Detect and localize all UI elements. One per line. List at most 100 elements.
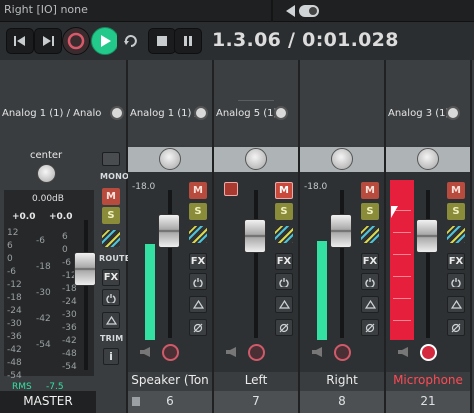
routing-button[interactable] bbox=[189, 296, 207, 313]
record-arm-button[interactable] bbox=[420, 344, 437, 361]
mono-toggle[interactable] bbox=[102, 152, 120, 166]
fader-track[interactable] bbox=[340, 190, 344, 338]
pan-knob[interactable] bbox=[159, 148, 181, 170]
envelope-button[interactable] bbox=[447, 226, 465, 243]
scale-tick-label: -30 bbox=[62, 310, 77, 320]
track-name: Right bbox=[326, 373, 358, 387]
insert-area bbox=[300, 60, 384, 145]
envelope-button[interactable] bbox=[275, 226, 293, 243]
track-io-label: Analog 1 (1) / Analog 2 ( bbox=[130, 108, 202, 119]
pause-button[interactable] bbox=[174, 28, 202, 54]
track-name: Microphone bbox=[393, 373, 463, 387]
scale-tick-label: -54 bbox=[7, 371, 22, 381]
solo-button[interactable]: S bbox=[447, 203, 465, 220]
io-knob[interactable] bbox=[194, 106, 208, 120]
strip-divider bbox=[470, 60, 472, 413]
phase-button[interactable] bbox=[275, 319, 293, 336]
master-pan-knob[interactable] bbox=[37, 164, 56, 183]
play-icon bbox=[101, 35, 111, 47]
power-button[interactable] bbox=[275, 273, 293, 290]
power-button[interactable] bbox=[361, 273, 379, 290]
mute-button[interactable]: M bbox=[275, 182, 293, 199]
master-mute-button[interactable]: M bbox=[102, 188, 120, 205]
track-name: Left bbox=[244, 373, 268, 387]
info-icon: i bbox=[109, 350, 113, 363]
envelope-button[interactable] bbox=[361, 226, 379, 243]
record-button[interactable] bbox=[62, 27, 90, 55]
scale-tick-label: 6 bbox=[7, 241, 13, 251]
pan-knob[interactable] bbox=[245, 148, 267, 170]
fx-button[interactable]: FX bbox=[189, 253, 207, 270]
scale-tick-label: -6 bbox=[62, 258, 71, 268]
info-button[interactable]: i bbox=[103, 348, 119, 365]
routing-button[interactable] bbox=[447, 296, 465, 313]
track-number: 6 bbox=[128, 391, 212, 413]
solo-button[interactable]: S bbox=[189, 203, 207, 220]
solo-button[interactable]: S bbox=[361, 203, 379, 220]
insert-area bbox=[386, 60, 470, 145]
insert-area bbox=[214, 60, 298, 145]
scale-tick-label: 0 bbox=[62, 245, 68, 255]
record-arm-button[interactable] bbox=[248, 344, 265, 361]
trim-label: TRIM bbox=[100, 334, 124, 343]
folder-icon[interactable] bbox=[132, 397, 140, 406]
skip-forward-icon bbox=[43, 36, 54, 46]
phase-button[interactable] bbox=[189, 319, 207, 336]
forward-button[interactable] bbox=[34, 28, 62, 54]
fader-cap[interactable] bbox=[244, 219, 266, 253]
fader-cap[interactable] bbox=[330, 214, 352, 248]
envelope-button[interactable] bbox=[189, 226, 207, 243]
record-arm-button[interactable] bbox=[334, 344, 351, 361]
io-knob[interactable] bbox=[274, 106, 288, 120]
scale-tick-label: -30 bbox=[36, 288, 51, 298]
power-icon bbox=[365, 277, 375, 287]
fader-track[interactable] bbox=[254, 190, 258, 338]
fader-track[interactable] bbox=[426, 190, 430, 338]
phase-button[interactable] bbox=[447, 319, 465, 336]
power-button[interactable] bbox=[189, 273, 207, 290]
mute-button[interactable]: M bbox=[189, 182, 207, 199]
io-knob[interactable] bbox=[446, 106, 460, 120]
power-icon bbox=[451, 277, 461, 287]
meter-tick bbox=[393, 276, 411, 277]
fader-cap[interactable] bbox=[416, 219, 438, 253]
master-routing-button[interactable] bbox=[102, 312, 120, 329]
pan-knob[interactable] bbox=[331, 148, 353, 170]
track-number: 21 bbox=[386, 391, 470, 413]
fader-track[interactable] bbox=[168, 190, 172, 338]
mute-button[interactable]: M bbox=[447, 182, 465, 199]
back-arrow-icon[interactable] bbox=[286, 5, 295, 17]
toggle-icon[interactable] bbox=[299, 5, 319, 17]
phase-button[interactable] bbox=[361, 319, 379, 336]
pan-knob[interactable] bbox=[417, 148, 439, 170]
play-button[interactable] bbox=[91, 27, 119, 55]
master-side-controls: MONO M S ROUTE FX TRIM i bbox=[98, 148, 130, 366]
power-button[interactable] bbox=[447, 273, 465, 290]
stop-button[interactable] bbox=[148, 28, 176, 54]
routing-button[interactable] bbox=[275, 296, 293, 313]
rewind-button[interactable] bbox=[6, 28, 34, 54]
pause-icon bbox=[184, 36, 192, 46]
master-fx-button[interactable]: FX bbox=[102, 269, 120, 286]
scale-tick-label: -12 bbox=[7, 280, 22, 290]
mute-button[interactable]: M bbox=[361, 182, 379, 199]
repeat-button[interactable] bbox=[117, 28, 145, 54]
master-fader-track[interactable] bbox=[84, 220, 88, 370]
solo-button[interactable]: S bbox=[275, 203, 293, 220]
master-solo-button[interactable]: S bbox=[102, 207, 120, 224]
master-env-button[interactable] bbox=[102, 230, 120, 247]
meter-tick bbox=[393, 298, 411, 299]
scale-tick-label: -42 bbox=[36, 314, 51, 324]
fx-button[interactable]: FX bbox=[361, 253, 379, 270]
level-meter bbox=[317, 241, 327, 340]
fader-cap[interactable] bbox=[158, 214, 180, 248]
fx-button[interactable]: FX bbox=[447, 253, 465, 270]
master-peak-left: +0.0 bbox=[12, 212, 36, 222]
master-power-button[interactable] bbox=[102, 289, 120, 306]
master-fader-cap[interactable] bbox=[74, 252, 96, 286]
record-arm-button[interactable] bbox=[162, 344, 179, 361]
routing-button[interactable] bbox=[361, 296, 379, 313]
io-knob[interactable] bbox=[110, 106, 124, 120]
track-volume-readout: -18.0 bbox=[132, 182, 156, 192]
fx-button[interactable]: FX bbox=[275, 253, 293, 270]
